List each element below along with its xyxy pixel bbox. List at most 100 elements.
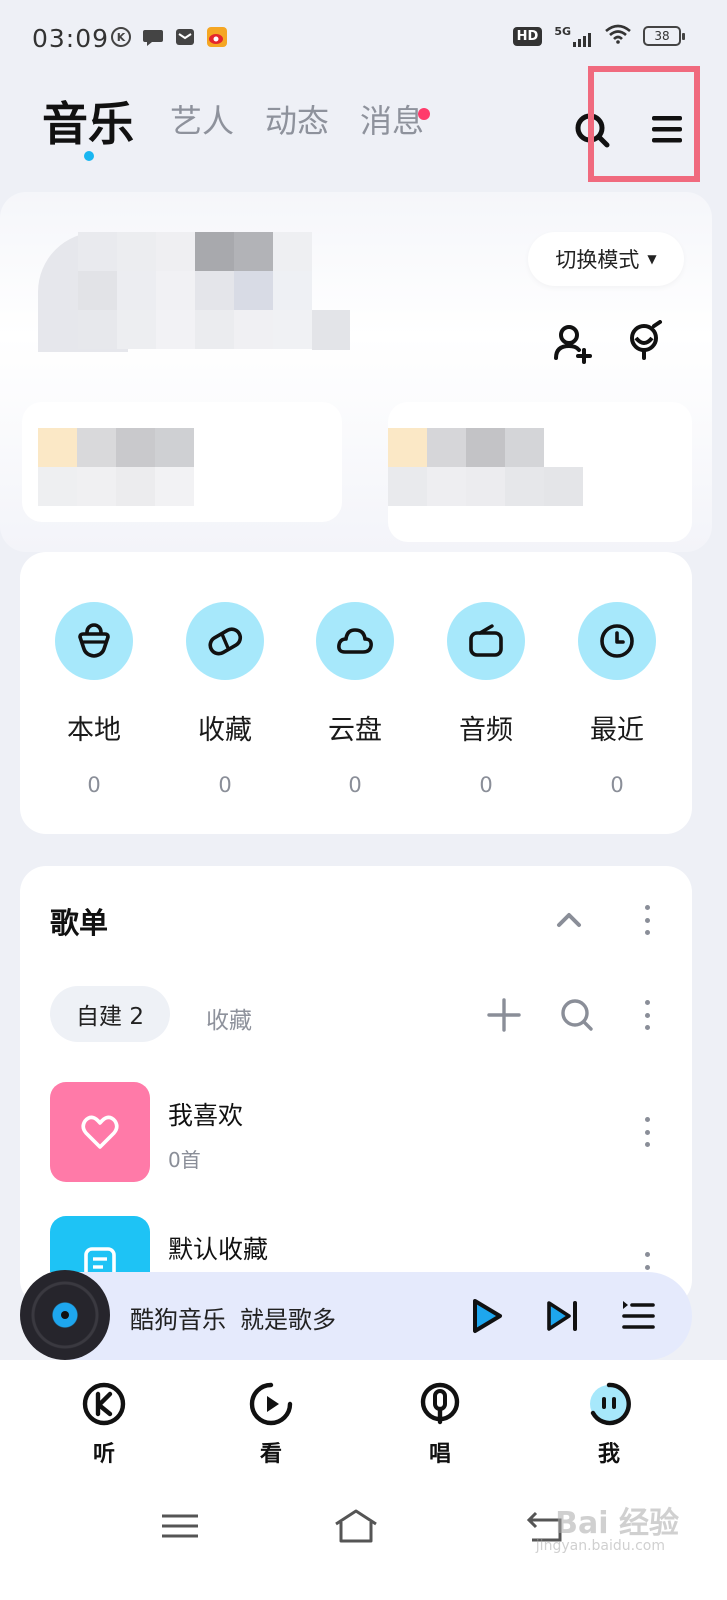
quick-item-circle	[55, 602, 133, 680]
quick-item-count: 0	[479, 773, 493, 797]
quick-item-count: 0	[87, 773, 101, 797]
playlist-section-more-button[interactable]	[643, 905, 651, 935]
profile-name-blurred	[78, 232, 312, 349]
pill-heart-icon	[208, 627, 243, 656]
play-queue-button[interactable]	[620, 1298, 656, 1334]
quick-item-label: 收藏	[198, 715, 252, 746]
now-playing-subtitle: 就是歌多	[240, 1306, 336, 1334]
tab-feed[interactable]: 动态	[265, 96, 329, 142]
playlist-cover	[50, 1082, 150, 1182]
search-icon	[561, 999, 593, 1031]
tab-artists[interactable]: 艺人	[170, 96, 234, 142]
quick-item-recent[interactable]: 最近 0	[572, 602, 662, 797]
add-playlist-button[interactable]	[486, 997, 522, 1033]
battery-icon: 38	[643, 26, 685, 46]
tab-music[interactable]: 音乐	[42, 88, 134, 154]
clock-icon	[600, 624, 634, 658]
quick-item-circle	[578, 602, 656, 680]
home-icon	[335, 1509, 377, 1543]
face-icon	[590, 1382, 631, 1426]
search-playlist-button[interactable]	[558, 996, 596, 1034]
play-icon	[473, 1299, 502, 1333]
hd-badge: HD	[512, 26, 543, 46]
playlist-tab-more-button[interactable]	[643, 1000, 651, 1030]
system-menu-button[interactable]	[158, 1508, 202, 1544]
add-friend-button[interactable]	[552, 322, 594, 364]
k-logo-icon	[82, 1382, 126, 1426]
k-notification-icon: K	[110, 26, 132, 48]
bag-icon	[78, 623, 110, 658]
quick-item-count: 0	[348, 773, 362, 797]
playlist-track-count: 0首	[168, 1148, 201, 1172]
now-playing-text[interactable]: 酷狗音乐 就是歌多	[130, 1300, 336, 1335]
status-time: 03:09	[32, 24, 110, 53]
weibo-notification-icon	[206, 26, 228, 48]
status-right-icons: HD 5G 38	[512, 24, 685, 48]
watermark-logo: Bai 经验	[555, 1506, 679, 1541]
nav-label: 唱	[428, 1442, 451, 1467]
active-tab-indicator	[84, 151, 94, 161]
nav-label: 听	[92, 1442, 115, 1467]
microphone-badge-icon	[630, 320, 662, 360]
quick-item-circle	[316, 602, 394, 680]
playlist-cover	[50, 1216, 150, 1272]
now-playing-title: 酷狗音乐	[130, 1306, 226, 1334]
nav-me[interactable]: 我	[579, 1380, 639, 1468]
switch-mode-button[interactable]: 切换模式 ▼	[528, 232, 684, 286]
quick-item-local[interactable]: 本地 0	[49, 602, 139, 797]
profile-level-blurred	[312, 310, 350, 350]
add-user-icon	[554, 325, 592, 364]
playlist-queue-icon	[622, 1301, 655, 1329]
tab-favorite-playlists[interactable]: 收藏	[206, 1001, 252, 1035]
quick-item-count: 0	[610, 773, 624, 797]
playlist-item-more-button[interactable]	[643, 1252, 651, 1272]
play-button[interactable]	[466, 1296, 506, 1336]
playlist-name: 我喜欢	[168, 1101, 244, 1130]
plus-icon	[487, 998, 521, 1032]
vip-banner-right-blurred	[388, 428, 583, 506]
play-circle-icon	[249, 1382, 293, 1426]
playlist-item-more-button[interactable]	[643, 1117, 651, 1147]
caret-down-icon: ▼	[647, 252, 657, 266]
svg-text:K: K	[117, 31, 126, 44]
quick-item-circle	[186, 602, 264, 680]
cloud-icon	[337, 628, 373, 654]
playlist-name: 默认收藏	[168, 1235, 269, 1264]
radio-icon	[469, 624, 503, 657]
nav-sing[interactable]: 唱	[410, 1380, 470, 1468]
next-track-button[interactable]	[544, 1298, 580, 1334]
collapse-button[interactable]	[556, 910, 582, 928]
microphone-icon	[420, 1382, 460, 1425]
karaoke-button[interactable]	[624, 320, 666, 362]
heart-icon	[81, 1115, 119, 1149]
quick-item-label: 音频	[459, 715, 513, 746]
chevron-up-icon	[557, 913, 581, 927]
quick-item-favorites[interactable]: 收藏 0	[180, 602, 270, 797]
nav-listen[interactable]: 听	[74, 1380, 134, 1468]
list-item[interactable]: 我喜欢 0首	[50, 1082, 670, 1182]
quick-item-label: 云盘	[328, 715, 382, 746]
chat-notification-icon	[142, 26, 164, 48]
quick-item-circle	[447, 602, 525, 680]
mini-player[interactable]	[26, 1272, 692, 1360]
notification-icons: K	[110, 26, 228, 48]
list-item[interactable]: 默认收藏	[50, 1216, 670, 1272]
system-home-button[interactable]	[332, 1508, 380, 1544]
nav-label: 看	[259, 1442, 282, 1467]
message-unread-dot	[418, 108, 430, 120]
tab-messages[interactable]: 消息	[360, 96, 424, 142]
system-menu-icon	[162, 1514, 198, 1538]
quick-item-cloud[interactable]: 云盘 0	[310, 602, 400, 797]
quick-item-label: 最近	[590, 715, 644, 746]
network-type: 5G	[554, 25, 571, 38]
annotation-highlight-box	[588, 66, 700, 182]
skip-next-icon	[547, 1301, 577, 1331]
wifi-icon	[605, 24, 631, 48]
tab-created-playlists[interactable]: 自建 2	[50, 986, 170, 1042]
album-disc-center	[61, 1311, 69, 1319]
quick-item-label: 本地	[67, 715, 121, 746]
quick-item-count: 0	[218, 773, 232, 797]
quick-item-audio[interactable]: 音频 0	[441, 602, 531, 797]
nav-watch[interactable]: 看	[241, 1380, 301, 1468]
signal-icon: 5G	[554, 25, 593, 47]
